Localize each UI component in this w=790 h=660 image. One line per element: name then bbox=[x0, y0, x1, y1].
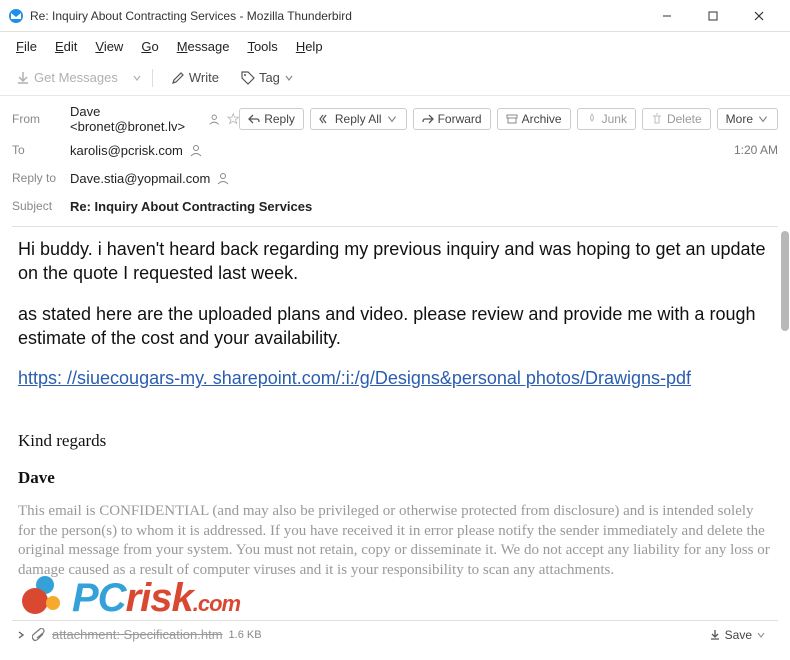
reply-to-label: Reply to bbox=[12, 171, 70, 185]
menu-file[interactable]: File bbox=[8, 35, 45, 58]
reply-button[interactable]: Reply bbox=[239, 108, 304, 130]
disclaimer: This email is CONFIDENTIAL (and may also… bbox=[18, 502, 772, 580]
signoff: Kind regards bbox=[18, 430, 772, 453]
reply-to-value[interactable]: Dave.stia@yopmail.com bbox=[70, 171, 210, 186]
flame-icon bbox=[586, 113, 598, 125]
tag-icon bbox=[241, 71, 255, 85]
star-icon[interactable] bbox=[227, 112, 239, 126]
message-body: Hi buddy. i haven't heard back regarding… bbox=[0, 227, 790, 637]
message-body-container: Hi buddy. i haven't heard back regarding… bbox=[0, 227, 790, 637]
forward-button[interactable]: Forward bbox=[413, 108, 491, 130]
menu-go[interactable]: Go bbox=[133, 35, 166, 58]
menu-message[interactable]: Message bbox=[169, 35, 238, 58]
scrollbar-thumb[interactable] bbox=[781, 231, 789, 331]
archive-icon bbox=[506, 113, 518, 125]
chevron-down-icon bbox=[284, 73, 294, 83]
contact-icon[interactable] bbox=[208, 112, 220, 126]
chevron-down-icon bbox=[757, 113, 769, 125]
chevron-right-icon[interactable] bbox=[16, 630, 26, 640]
junk-button[interactable]: Junk bbox=[577, 108, 636, 130]
from-value[interactable]: Dave <bronet@bronet.lv> bbox=[70, 104, 202, 134]
chevron-down-icon bbox=[756, 630, 766, 640]
main-toolbar: Get Messages Write Tag bbox=[0, 60, 790, 96]
menu-view[interactable]: View bbox=[87, 35, 131, 58]
pencil-icon bbox=[171, 71, 185, 85]
action-buttons: Reply Reply All Forward Archive Junk Del… bbox=[239, 108, 778, 130]
attachment-size: 1.6 KB bbox=[229, 629, 262, 641]
to-label: To bbox=[12, 143, 70, 157]
message-headers: From Dave <bronet@bronet.lv> Reply Reply… bbox=[0, 96, 790, 227]
download-icon bbox=[16, 71, 30, 85]
menu-bar: File Edit View Go Message Tools Help bbox=[0, 32, 790, 60]
menu-edit[interactable]: Edit bbox=[47, 35, 85, 58]
body-paragraph: Hi buddy. i haven't heard back regarding… bbox=[18, 237, 772, 286]
menu-help[interactable]: Help bbox=[288, 35, 331, 58]
subject-value: Re: Inquiry About Contracting Services bbox=[70, 199, 312, 214]
attachment-icon bbox=[32, 628, 46, 642]
menu-tools[interactable]: Tools bbox=[239, 35, 285, 58]
get-messages-button[interactable]: Get Messages bbox=[8, 66, 126, 89]
write-button[interactable]: Write bbox=[163, 66, 227, 89]
reply-icon bbox=[248, 113, 260, 125]
close-button[interactable] bbox=[736, 0, 782, 32]
body-paragraph: as stated here are the uploaded plans an… bbox=[18, 302, 772, 351]
message-time: 1:20 AM bbox=[734, 143, 778, 157]
save-attachment-button[interactable]: Save bbox=[701, 625, 774, 645]
maximize-button[interactable] bbox=[690, 0, 736, 32]
forward-icon bbox=[422, 113, 434, 125]
archive-button[interactable]: Archive bbox=[497, 108, 571, 130]
reply-all-button[interactable]: Reply All bbox=[310, 108, 407, 130]
download-icon bbox=[709, 629, 721, 641]
chevron-down-icon bbox=[386, 113, 398, 125]
delete-button[interactable]: Delete bbox=[642, 108, 711, 130]
chevron-down-icon[interactable] bbox=[132, 73, 142, 83]
subject-label: Subject bbox=[12, 199, 70, 213]
minimize-button[interactable] bbox=[644, 0, 690, 32]
more-button[interactable]: More bbox=[717, 108, 778, 130]
window-title: Re: Inquiry About Contracting Services -… bbox=[30, 9, 644, 23]
contact-icon[interactable] bbox=[189, 143, 203, 157]
reply-all-icon bbox=[319, 113, 331, 125]
thunderbird-icon bbox=[8, 8, 24, 24]
body-link[interactable]: https: //siuecougars-my. sharepoint.com/… bbox=[18, 368, 691, 388]
from-label: From bbox=[12, 112, 70, 126]
title-bar: Re: Inquiry About Contracting Services -… bbox=[0, 0, 790, 32]
separator bbox=[152, 69, 153, 87]
tag-button[interactable]: Tag bbox=[233, 66, 302, 89]
attachment-name[interactable]: attachment: Specification.htm bbox=[52, 627, 223, 642]
trash-icon bbox=[651, 113, 663, 125]
signature-name: Dave bbox=[18, 467, 772, 490]
attachment-bar: attachment: Specification.htm 1.6 KB Sav… bbox=[12, 620, 778, 648]
contact-icon[interactable] bbox=[216, 171, 230, 185]
to-value[interactable]: karolis@pcrisk.com bbox=[70, 143, 183, 158]
